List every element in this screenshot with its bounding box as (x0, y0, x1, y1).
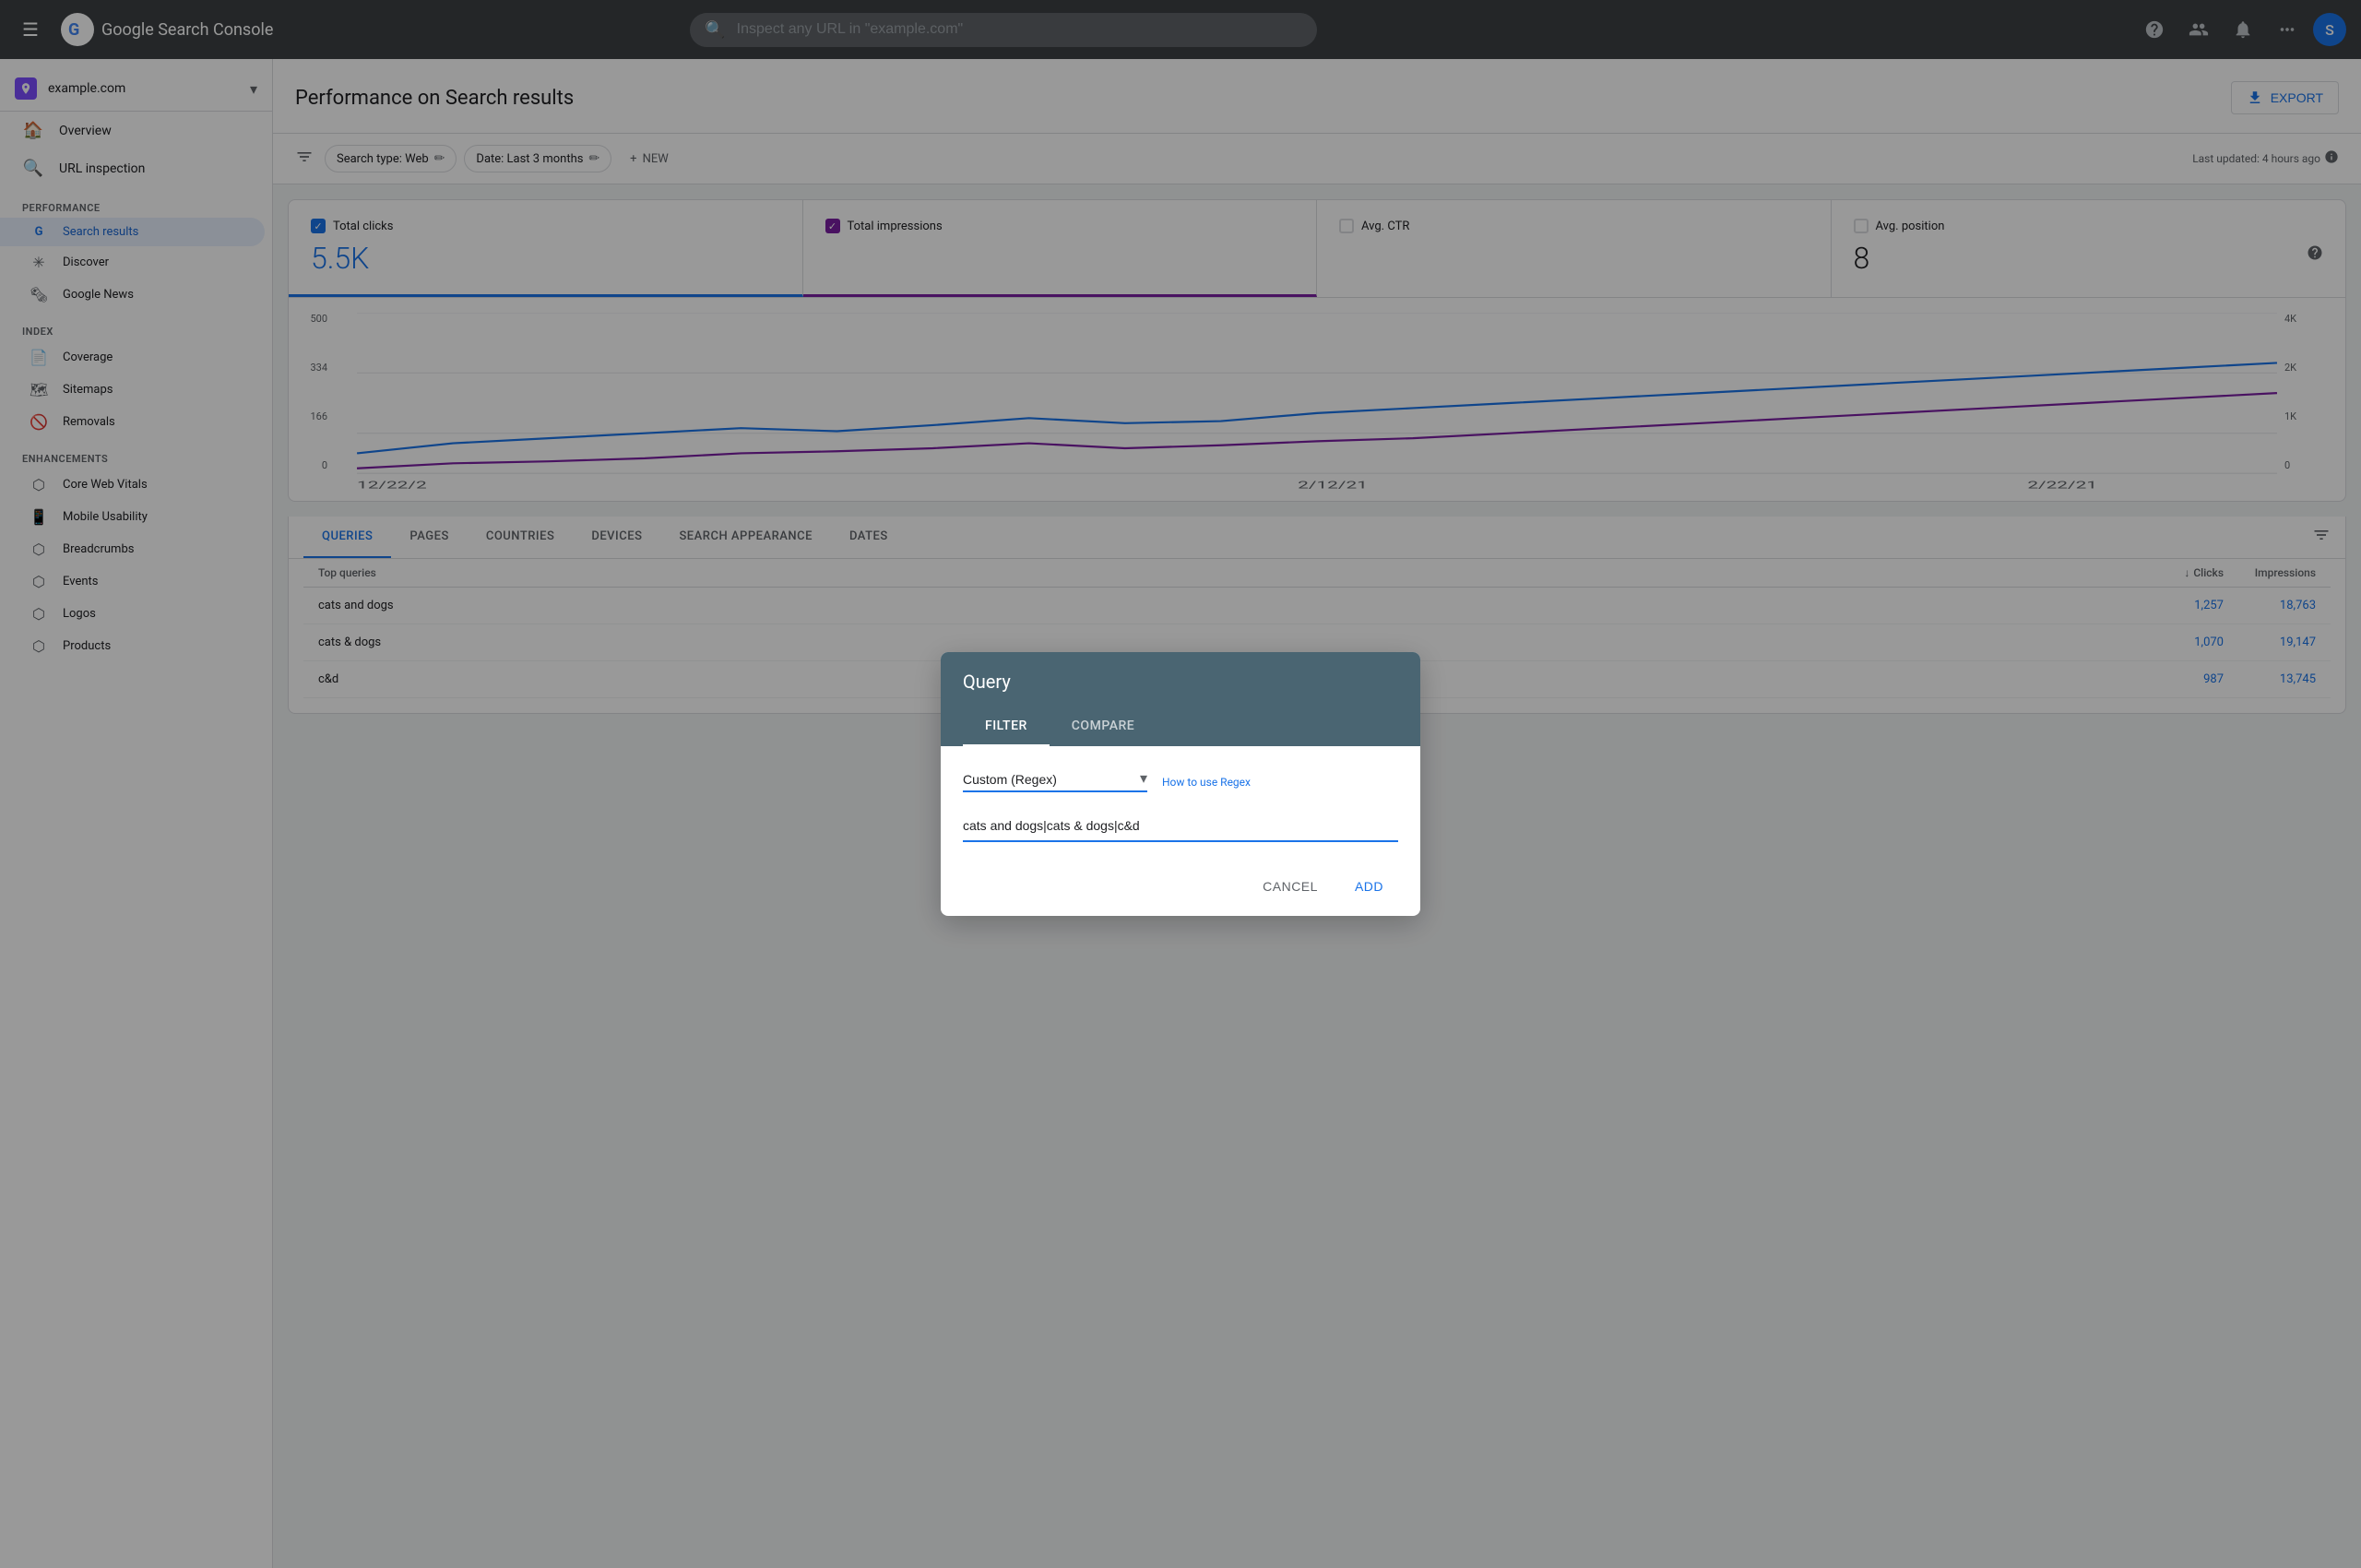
regex-help-link[interactable]: How to use Regex (1162, 776, 1251, 789)
modal-tab-compare[interactable]: COMPARE (1050, 707, 1157, 746)
cancel-button[interactable]: CANCEL (1248, 872, 1333, 901)
modal-footer: CANCEL ADD (941, 857, 1420, 916)
modal-input-row (963, 811, 1398, 842)
modal-body: Contains Does not contain Exactly Custom… (941, 746, 1420, 857)
filter-type-select[interactable]: Contains Does not contain Exactly Custom… (963, 768, 1147, 792)
modal-dropdown-row: Contains Does not contain Exactly Custom… (963, 768, 1398, 792)
modal-tab-filter[interactable]: FILTER (963, 707, 1050, 746)
modal-tabs: FILTER COMPARE (963, 707, 1398, 746)
modal-header: Query FILTER COMPARE (941, 652, 1420, 746)
modal-overlay[interactable]: Query FILTER COMPARE Contains Does not c… (0, 0, 2361, 1568)
regex-input[interactable] (963, 811, 1398, 842)
query-filter-modal: Query FILTER COMPARE Contains Does not c… (941, 652, 1420, 916)
modal-title: Query (963, 671, 1398, 693)
add-button[interactable]: ADD (1340, 872, 1398, 901)
modal-select-wrap: Contains Does not contain Exactly Custom… (963, 768, 1147, 792)
